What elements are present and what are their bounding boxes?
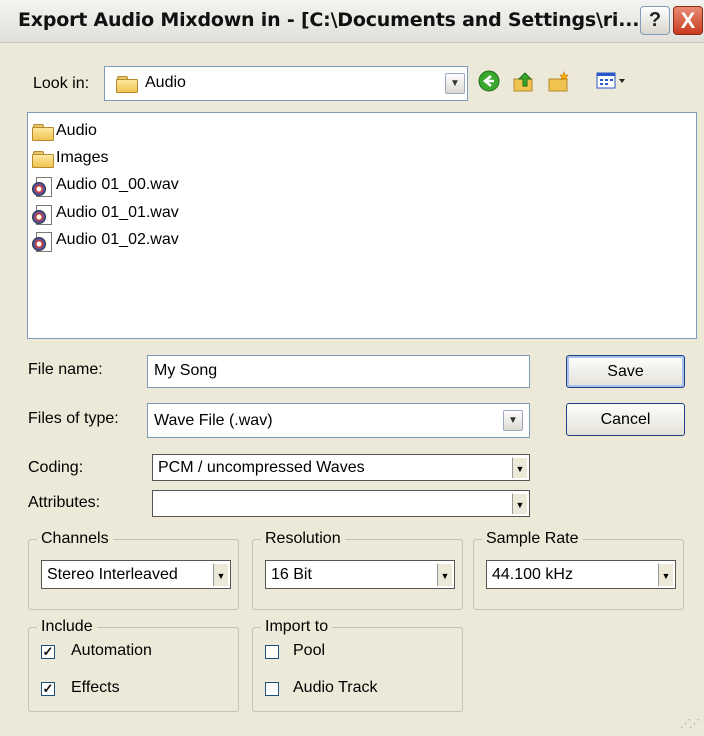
list-item[interactable]: Audio 01_01.wav — [30, 202, 230, 226]
close-button[interactable]: X — [673, 6, 703, 35]
wav-file-icon — [32, 205, 52, 225]
chevron-down-icon[interactable]: ▼ — [503, 410, 523, 431]
chevron-down-icon[interactable]: ▼ — [437, 563, 452, 586]
chevron-down-icon[interactable]: ▼ — [213, 563, 228, 586]
channels-value: Stereo Interleaved — [47, 566, 178, 583]
filename-value: My Song — [154, 362, 218, 379]
channels-select[interactable]: Stereo Interleaved ▼ — [41, 560, 231, 589]
include-group: Include — [28, 618, 239, 712]
file-name: Audio 01_01.wav — [56, 204, 179, 221]
window-title: Export Audio Mixdown in - [C:\Documents … — [18, 9, 640, 31]
list-item[interactable]: Images — [30, 147, 190, 171]
resize-grip-icon[interactable]: ⋰⋰ — [680, 717, 700, 730]
coding-select[interactable]: PCM / uncompressed Waves ▼ — [152, 454, 530, 481]
samplerate-value: 44.100 kHz — [492, 566, 573, 583]
list-item[interactable]: Audio 01_02.wav — [30, 229, 230, 253]
samplerate-legend: Sample Rate — [486, 530, 579, 547]
view-menu-icon[interactable] — [595, 70, 629, 94]
filetype-label: Files of type: — [28, 410, 119, 427]
lookin-value: Audio — [145, 74, 186, 91]
chevron-down-icon[interactable]: ▼ — [512, 457, 527, 478]
resolution-legend: Resolution — [265, 530, 341, 547]
file-name: Audio 01_02.wav — [56, 231, 179, 248]
coding-label: Coding: — [28, 459, 84, 476]
audio-track-label: Audio Track — [293, 679, 378, 696]
channels-legend: Channels — [41, 530, 109, 547]
wav-file-icon — [32, 232, 52, 252]
cancel-button[interactable]: Cancel — [566, 403, 685, 436]
coding-value: PCM / uncompressed Waves — [158, 459, 365, 476]
audio-track-checkbox[interactable] — [265, 682, 279, 696]
help-button[interactable]: ? — [640, 6, 670, 35]
file-name: Audio — [56, 122, 97, 139]
new-folder-icon[interactable] — [547, 70, 571, 94]
automation-label: Automation — [71, 642, 152, 659]
chevron-down-icon[interactable]: ▼ — [658, 563, 673, 586]
file-list[interactable]: Audio Images Audio 01_00.wav Audio 01_01… — [27, 112, 697, 339]
lookin-select[interactable]: Audio ▼ — [104, 66, 468, 101]
samplerate-select[interactable]: 44.100 kHz ▼ — [486, 560, 676, 589]
resolution-value: 16 Bit — [271, 566, 312, 583]
list-item[interactable]: Audio 01_00.wav — [30, 174, 230, 198]
attributes-label: Attributes: — [28, 494, 101, 511]
file-name: Audio 01_00.wav — [56, 176, 179, 193]
include-legend: Include — [41, 618, 93, 635]
folder-icon — [32, 124, 54, 141]
back-arrow-icon[interactable] — [477, 70, 501, 94]
up-folder-icon[interactable] — [512, 70, 536, 94]
list-item[interactable]: Audio — [30, 120, 190, 144]
chevron-down-icon[interactable]: ▼ — [445, 73, 465, 94]
save-button[interactable]: Save — [566, 355, 685, 388]
chevron-down-icon[interactable]: ▼ — [512, 493, 527, 514]
attributes-select[interactable]: ▼ — [152, 490, 530, 517]
resolution-select[interactable]: 16 Bit ▼ — [265, 560, 455, 589]
filename-input[interactable]: My Song — [147, 355, 530, 388]
pool-label: Pool — [293, 642, 326, 659]
importto-legend: Import to — [265, 618, 329, 635]
importto-group: Import to — [252, 618, 463, 712]
file-name: Images — [56, 149, 109, 166]
filename-label: File name: — [28, 361, 103, 378]
pool-checkbox[interactable] — [265, 645, 279, 659]
filetype-select[interactable]: Wave File (.wav) ▼ — [147, 403, 530, 438]
folder-icon — [32, 151, 54, 168]
folder-icon — [116, 76, 138, 93]
effects-checkbox[interactable]: ✓ — [41, 682, 55, 696]
filetype-value: Wave File (.wav) — [154, 412, 273, 429]
wav-file-icon — [32, 177, 52, 197]
effects-label: Effects — [71, 679, 120, 696]
lookin-label: Look in: — [33, 75, 90, 92]
title-bar: Export Audio Mixdown in - [C:\Documents … — [0, 0, 704, 43]
export-dialog: Export Audio Mixdown in - [C:\Documents … — [0, 0, 704, 736]
automation-checkbox[interactable]: ✓ — [41, 645, 55, 659]
